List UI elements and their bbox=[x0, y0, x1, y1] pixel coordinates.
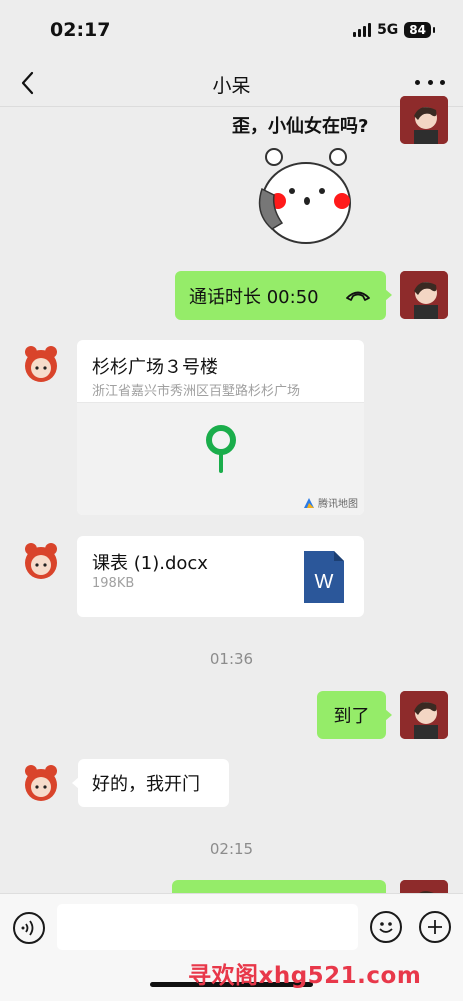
status-indicators: 5G 84 bbox=[353, 22, 435, 38]
file-size: 198KB bbox=[92, 576, 135, 591]
contact-avatar[interactable] bbox=[17, 537, 65, 585]
add-icon[interactable] bbox=[419, 911, 451, 943]
word-doc-icon: W bbox=[304, 551, 344, 603]
emoji-icon[interactable] bbox=[370, 911, 402, 943]
contact-avatar[interactable] bbox=[17, 340, 65, 388]
sticker-caption: 歪，小仙女在吗? bbox=[232, 116, 369, 137]
signal-icon bbox=[353, 23, 372, 37]
call-duration-bubble[interactable]: 通话时长 00:50 bbox=[175, 271, 392, 320]
my-avatar[interactable] bbox=[400, 880, 448, 893]
watermark: 寻欢阁xhg521.com bbox=[188, 963, 422, 989]
map-pin-icon bbox=[206, 425, 236, 473]
message-text: 好的，我开门 bbox=[92, 774, 200, 795]
chat-title: 小呆 bbox=[212, 75, 251, 97]
file-card[interactable]: 课表 (1).docx 198KB W bbox=[77, 536, 364, 617]
phone-hangup-icon bbox=[344, 287, 372, 308]
call-duration-text: 通话时长 00:50 bbox=[189, 286, 319, 308]
message-bubble-other[interactable]: 好的，我开门 bbox=[72, 759, 229, 807]
voice-icon[interactable] bbox=[13, 912, 45, 944]
location-card[interactable]: 杉杉广场３号楼 浙江省嘉兴市秀洲区百墅路杉杉广场 腾讯地图 bbox=[77, 340, 364, 515]
message-text: 到了 bbox=[333, 706, 370, 727]
message-bubble-mine[interactable]: 到了 bbox=[317, 691, 392, 739]
contact-avatar[interactable] bbox=[17, 759, 65, 807]
sticker-image[interactable] bbox=[252, 143, 358, 251]
battery-tip bbox=[433, 27, 435, 33]
map-preview: 腾讯地图 bbox=[77, 402, 364, 515]
timestamp: 02:15 bbox=[209, 840, 254, 858]
status-bar: 02:17 5G 84 bbox=[0, 0, 463, 60]
message-bubble-partial[interactable] bbox=[172, 880, 386, 893]
my-avatar[interactable] bbox=[400, 96, 448, 144]
my-avatar[interactable] bbox=[400, 271, 448, 319]
status-time: 02:17 bbox=[50, 19, 111, 41]
location-address: 浙江省嘉兴市秀洲区百墅路杉杉广场 bbox=[92, 384, 301, 399]
message-input[interactable] bbox=[57, 904, 358, 950]
timestamp: 01:36 bbox=[209, 650, 254, 668]
tencent-map-icon bbox=[304, 497, 314, 508]
location-title: 杉杉广场３号楼 bbox=[92, 357, 218, 378]
more-icon[interactable] bbox=[415, 70, 445, 94]
chat-header: 小呆 bbox=[0, 60, 463, 107]
my-avatar[interactable] bbox=[400, 691, 448, 739]
file-name: 课表 (1).docx bbox=[92, 553, 208, 574]
tencent-map-brand: 腾讯地图 bbox=[303, 495, 358, 510]
battery-icon: 84 bbox=[404, 22, 431, 38]
network-label: 5G bbox=[377, 22, 399, 38]
